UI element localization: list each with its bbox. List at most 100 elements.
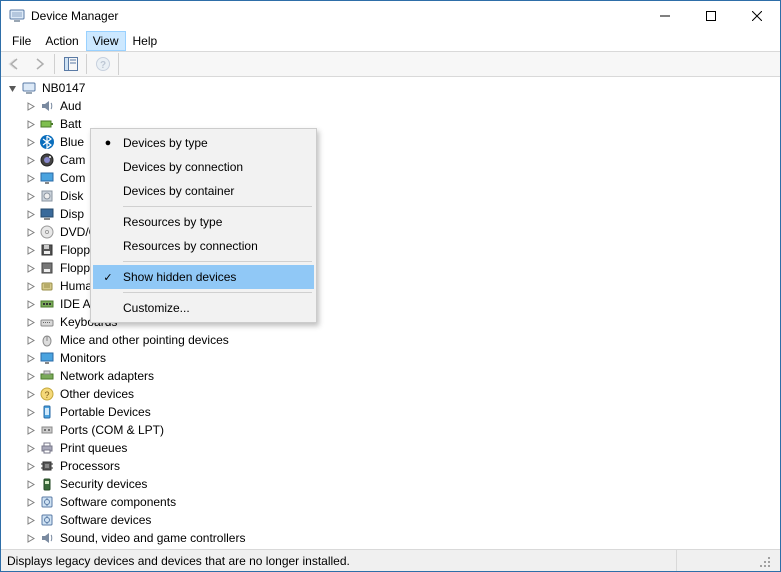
toolbar-right-area [118, 53, 778, 75]
expand-collapse-icon[interactable] [25, 173, 36, 184]
menu-help[interactable]: Help [126, 31, 165, 51]
menu-resources-by-type[interactable]: Resources by type [93, 210, 314, 234]
menu-item-label: Devices by type [123, 136, 208, 150]
resize-grip[interactable] [756, 550, 774, 571]
device-manager-window: Device Manager File Action View Help [0, 0, 781, 572]
expand-collapse-icon[interactable] [25, 407, 36, 418]
node-label: Blue [58, 133, 86, 151]
window-title: Device Manager [31, 9, 118, 23]
expand-collapse-icon[interactable] [25, 335, 36, 346]
tree-category-node[interactable]: Ports (COM & LPT) [3, 421, 780, 439]
portable-icon [39, 404, 55, 420]
tree-category-node[interactable]: Security devices [3, 475, 780, 493]
expand-collapse-icon[interactable] [7, 83, 18, 94]
menu-file[interactable]: File [5, 31, 38, 51]
network-icon [39, 368, 55, 384]
tree-category-node[interactable]: Mice and other pointing devices [3, 331, 780, 349]
radio-dot-icon: ● [101, 137, 115, 149]
expand-collapse-icon[interactable] [25, 353, 36, 364]
tree-category-node[interactable]: Processors [3, 457, 780, 475]
node-label: Software devices [58, 511, 153, 529]
expand-collapse-icon[interactable] [25, 191, 36, 202]
menu-show-hidden-devices[interactable]: ✓ Show hidden devices [93, 265, 314, 289]
statusbar: Displays legacy devices and devices that… [1, 549, 780, 571]
menubar: File Action View Help [1, 31, 780, 51]
menu-separator [123, 261, 312, 262]
expand-collapse-icon[interactable] [25, 209, 36, 220]
expand-collapse-icon[interactable] [25, 263, 36, 274]
node-label: Portable Devices [58, 403, 153, 421]
back-button[interactable] [3, 53, 26, 75]
tree-root-node[interactable]: NB0147 [3, 79, 780, 97]
port-icon [39, 422, 55, 438]
expand-collapse-icon[interactable] [25, 119, 36, 130]
expand-collapse-icon[interactable] [25, 101, 36, 112]
expand-collapse-icon[interactable] [25, 497, 36, 508]
tree-category-node[interactable]: Software devices [3, 511, 780, 529]
menu-devices-by-type[interactable]: ● Devices by type [93, 131, 314, 155]
maximize-button[interactable] [688, 1, 734, 31]
sound-icon [39, 530, 55, 546]
expand-collapse-icon[interactable] [25, 299, 36, 310]
check-mark-icon: ✓ [101, 271, 115, 284]
node-label: Batt [58, 115, 83, 133]
svg-text:?: ? [99, 60, 105, 71]
menu-separator [123, 292, 312, 293]
expand-collapse-icon[interactable] [25, 317, 36, 328]
expand-collapse-icon[interactable] [25, 245, 36, 256]
show-hide-tree-button[interactable] [59, 53, 82, 75]
disk-icon [39, 188, 55, 204]
menu-devices-by-connection[interactable]: Devices by connection [93, 155, 314, 179]
node-label: Sound, video and game controllers [58, 529, 247, 547]
monitor-icon [39, 170, 55, 186]
node-label: Network adapters [58, 367, 156, 385]
expand-collapse-icon[interactable] [25, 461, 36, 472]
menu-devices-by-container[interactable]: Devices by container [93, 179, 314, 203]
menu-action[interactable]: Action [38, 31, 85, 51]
expand-collapse-icon[interactable] [25, 371, 36, 382]
tree-category-node[interactable]: Print queues [3, 439, 780, 457]
tree-category-node[interactable]: Aud [3, 97, 780, 115]
menu-customize[interactable]: Customize... [93, 296, 314, 320]
toolbar-separator [54, 54, 55, 74]
close-button[interactable] [734, 1, 780, 31]
cpu-icon [39, 458, 55, 474]
expand-collapse-icon[interactable] [25, 281, 36, 292]
tree-category-node[interactable]: Network adapters [3, 367, 780, 385]
tree-category-node[interactable]: Monitors [3, 349, 780, 367]
toolbar: ? [1, 51, 780, 77]
minimize-button[interactable] [642, 1, 688, 31]
menu-item-label: Customize... [123, 301, 190, 315]
node-label: NB0147 [40, 79, 87, 97]
expand-collapse-icon[interactable] [25, 389, 36, 400]
menu-view[interactable]: View [86, 31, 126, 51]
help-button[interactable]: ? [91, 53, 114, 75]
view-dropdown: ● Devices by type Devices by connection … [90, 128, 317, 323]
floppy-icon [39, 242, 55, 258]
menu-separator [123, 206, 312, 207]
computer-icon [21, 80, 37, 96]
menu-resources-by-connection[interactable]: Resources by connection [93, 234, 314, 258]
expand-collapse-icon[interactable] [25, 443, 36, 454]
expand-collapse-icon[interactable] [25, 425, 36, 436]
expand-collapse-icon[interactable] [25, 533, 36, 544]
menu-item-label: Devices by connection [123, 160, 243, 174]
node-label: Cam [58, 151, 87, 169]
expand-collapse-icon[interactable] [25, 227, 36, 238]
expand-collapse-icon[interactable] [25, 155, 36, 166]
menu-item-label: Resources by connection [123, 239, 258, 253]
status-cell-2 [676, 550, 756, 571]
hid-icon [39, 278, 55, 294]
tree-category-node[interactable]: Software components [3, 493, 780, 511]
tree-category-node[interactable]: ?Other devices [3, 385, 780, 403]
node-label: Security devices [58, 475, 149, 493]
forward-button[interactable] [27, 53, 50, 75]
printer-icon [39, 440, 55, 456]
expand-collapse-icon[interactable] [25, 479, 36, 490]
tree-category-node[interactable]: Portable Devices [3, 403, 780, 421]
expand-collapse-icon[interactable] [25, 515, 36, 526]
menu-item-label: Show hidden devices [123, 270, 236, 284]
tree-category-node[interactable]: Sound, video and game controllers [3, 529, 780, 547]
node-label: Software components [58, 493, 178, 511]
expand-collapse-icon[interactable] [25, 137, 36, 148]
